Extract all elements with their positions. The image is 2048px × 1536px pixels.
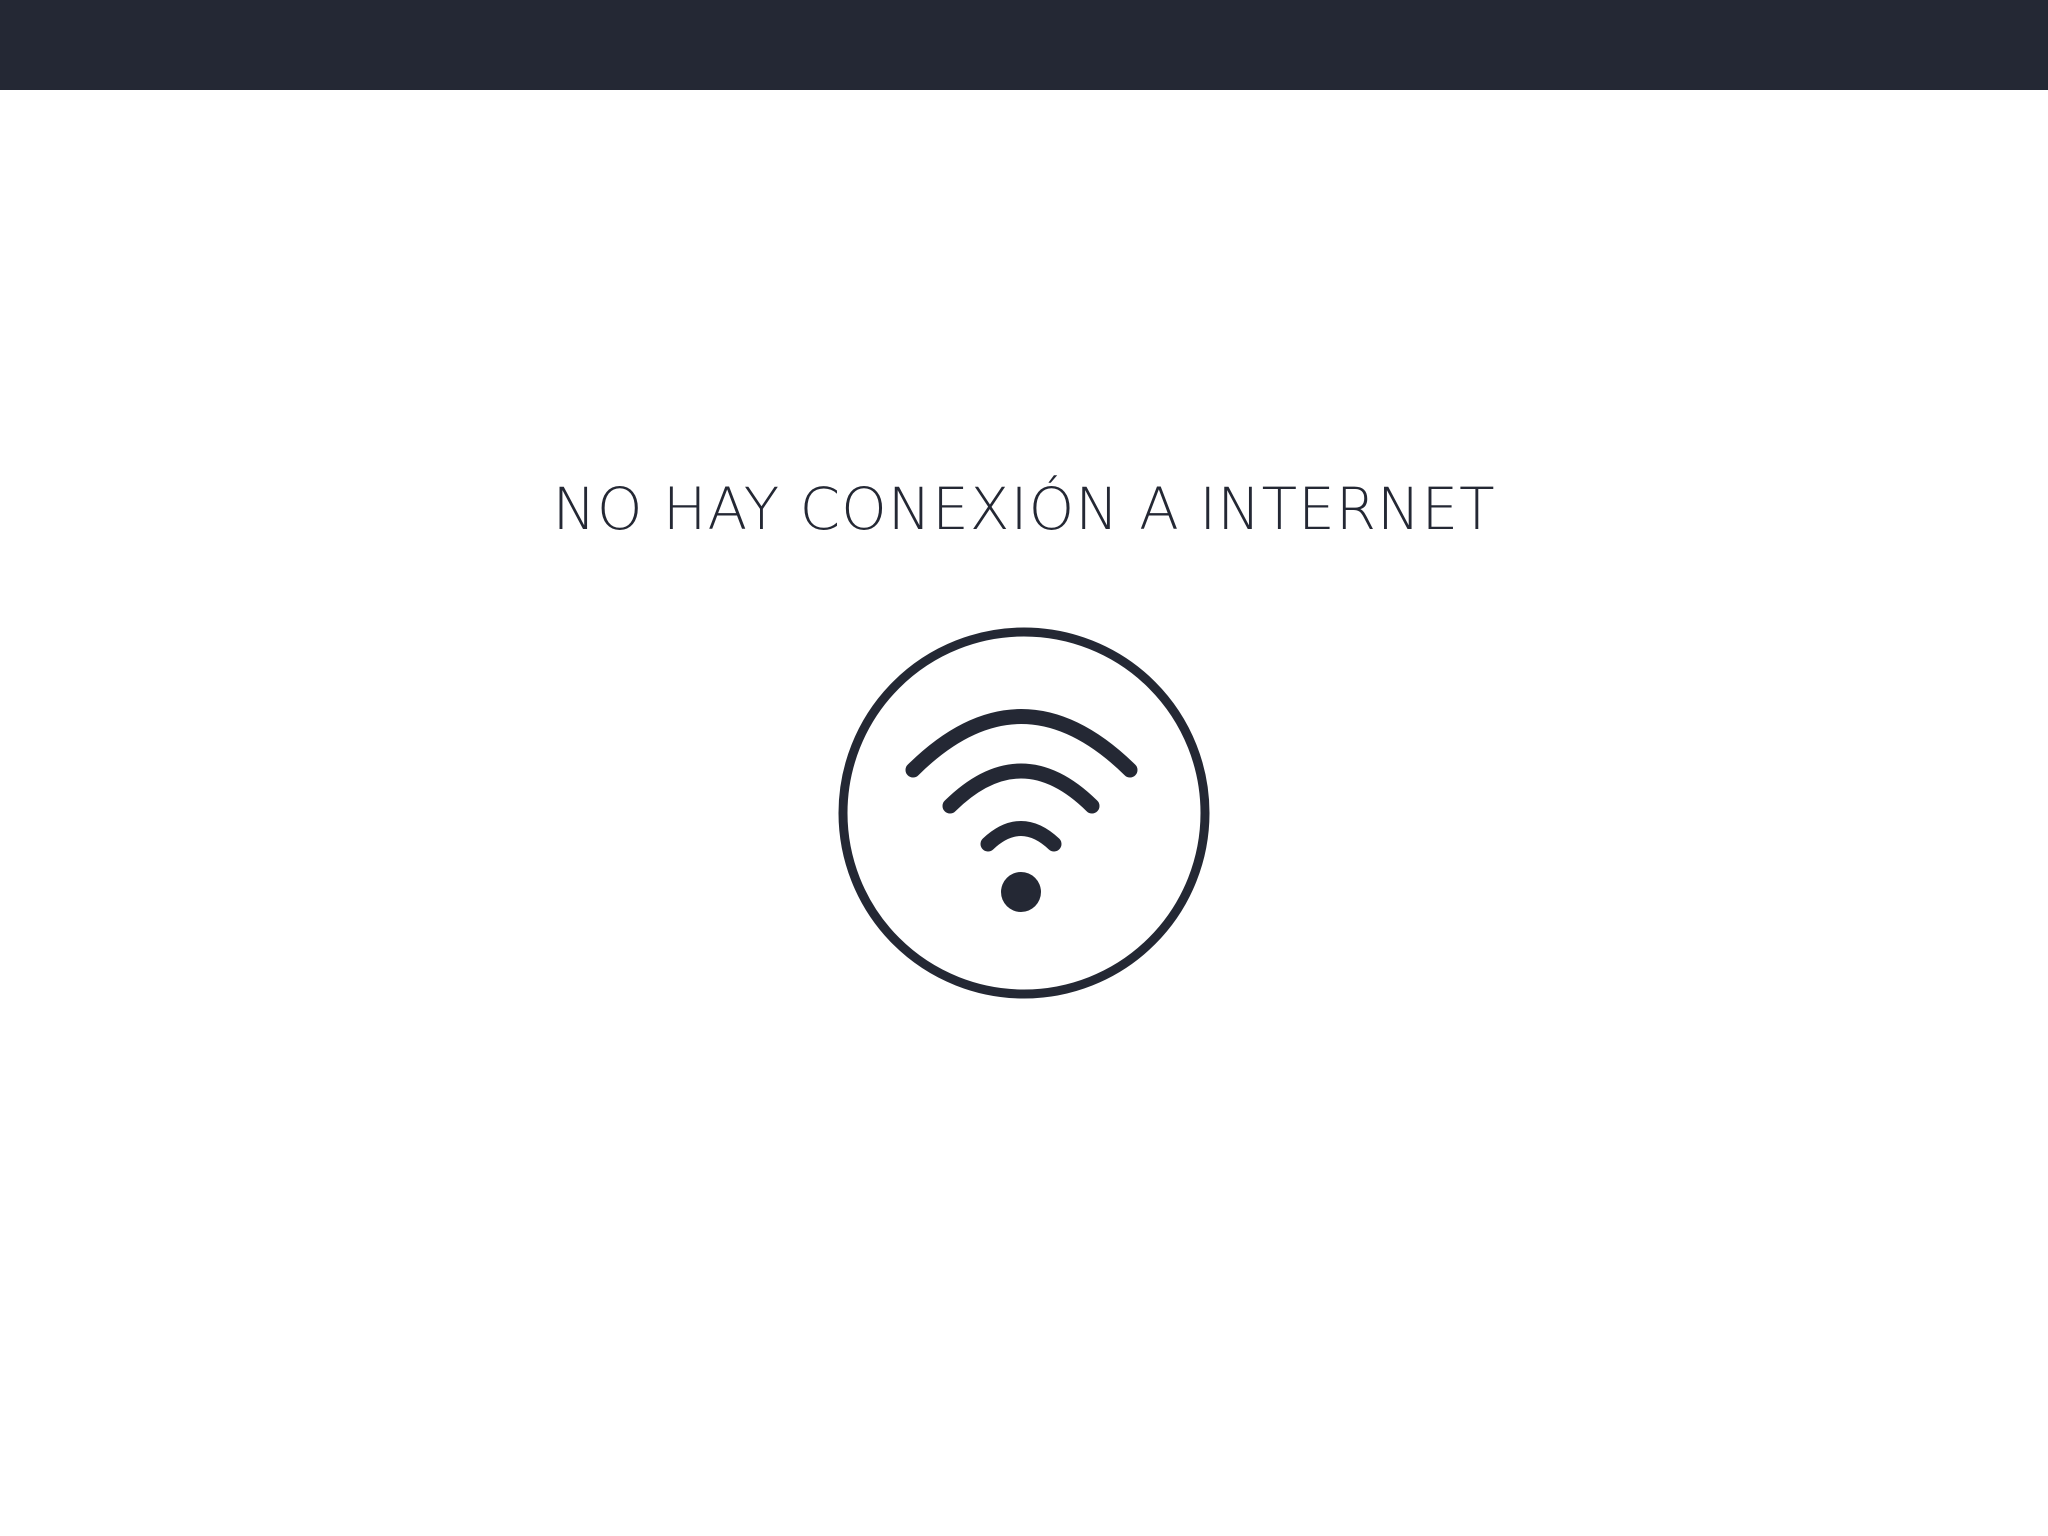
wifi-arc-outer	[905, 709, 1138, 778]
wifi-icon-circle	[838, 627, 1210, 999]
wifi-icon	[838, 627, 1210, 999]
top-bar	[0, 0, 2048, 90]
wifi-arc-middle	[942, 763, 1100, 814]
offline-message: NO HAY CONEXIÓN A INTERNET	[552, 475, 1496, 543]
wifi-badge	[836, 625, 1212, 1001]
wifi-arc-inner	[980, 821, 1062, 852]
wifi-dot	[1001, 872, 1041, 912]
